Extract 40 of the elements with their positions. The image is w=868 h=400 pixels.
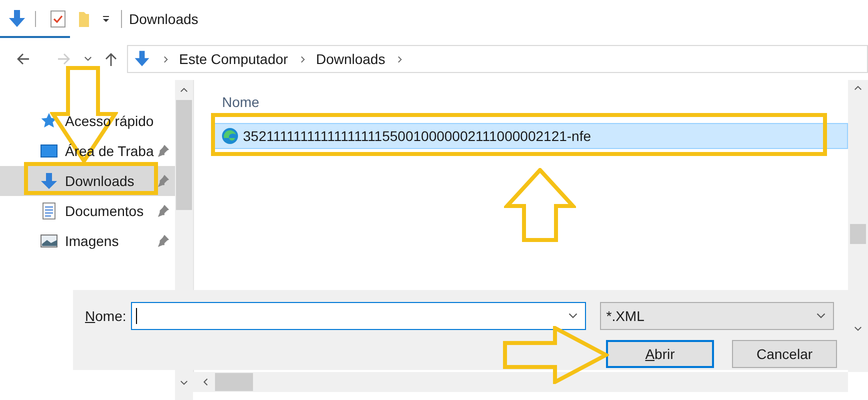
pin-icon[interactable] — [157, 234, 170, 247]
download-icon[interactable] — [7, 9, 27, 29]
sidebar-label: Downloads — [65, 172, 134, 190]
pin-icon[interactable] — [157, 174, 170, 187]
file-row[interactable]: 35211111111111111111550010000002111000002121-nfe — [214, 123, 848, 149]
back-arrow-icon[interactable] — [15, 51, 31, 67]
scrollbar[interactable] — [848, 80, 868, 372]
scrollbar-thumb[interactable] — [215, 373, 253, 391]
name-label: Nome: — [85, 306, 126, 326]
file-name: 35211111111111111111550010000002111000002121-nfe — [243, 126, 592, 146]
column-header[interactable]: Nome — [222, 92, 848, 113]
pin-icon[interactable] — [157, 144, 170, 157]
window-title: Downloads — [129, 10, 198, 28]
checklist-icon[interactable] — [50, 10, 66, 28]
scrollbar-thumb[interactable] — [176, 100, 192, 210]
download-icon — [40, 172, 58, 190]
arrow-icon — [503, 326, 609, 384]
breadcrumb[interactable]: Este Computador — [179, 48, 288, 70]
arrow-icon — [504, 168, 576, 242]
horizontal-scrollbar[interactable] — [193, 372, 848, 392]
file-type-value: *.XML — [606, 306, 646, 326]
desktop-icon — [40, 142, 58, 160]
address-bar[interactable]: Este Computador Downloads — [127, 45, 868, 73]
scrollbar-thumb[interactable] — [850, 224, 866, 244]
image-icon — [40, 232, 58, 250]
dropdown-icon[interactable] — [101, 14, 111, 24]
download-icon — [133, 50, 151, 68]
document-icon — [40, 202, 58, 220]
name-input[interactable] — [131, 302, 586, 330]
globe-icon — [221, 127, 239, 145]
cancel-button[interactable]: Cancelar — [732, 340, 837, 368]
breadcrumb[interactable]: Downloads — [316, 48, 386, 70]
sidebar-item[interactable]: Imagens — [0, 226, 175, 256]
sidebar-label: Imagens — [65, 232, 119, 251]
pin-icon[interactable] — [157, 204, 170, 217]
up-arrow-icon[interactable] — [103, 51, 119, 67]
sidebar-label: Documentos — [65, 202, 144, 220]
file-type-dropdown[interactable]: *.XML — [600, 302, 834, 330]
sidebar-item[interactable]: Documentos — [0, 196, 175, 226]
open-button[interactable]: Abrir — [606, 340, 714, 368]
